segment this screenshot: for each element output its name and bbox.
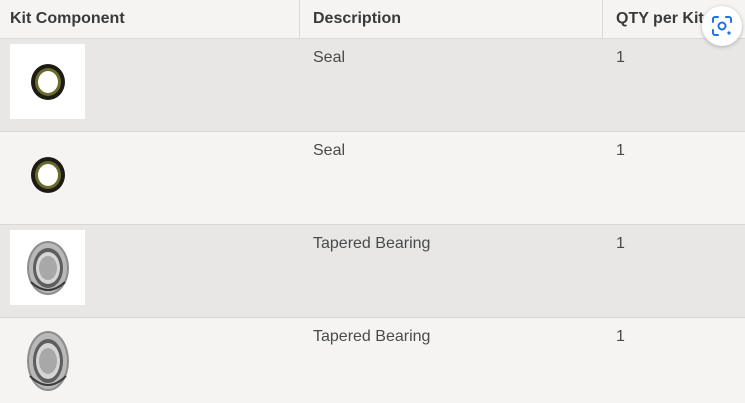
component-thumbnail[interactable] xyxy=(10,230,85,305)
visual-search-icon xyxy=(712,16,732,36)
table-header: Kit Component Description QTY per Kit xyxy=(0,0,745,39)
qty-cell: 1 xyxy=(616,142,625,159)
seal-ring-icon xyxy=(30,156,65,193)
description-cell: Tapered Bearing xyxy=(313,235,431,252)
qty-cell: 1 xyxy=(616,235,625,252)
kit-components-table: Kit Component Description QTY per Kit Se… xyxy=(0,0,745,403)
table-row: Tapered Bearing 1 xyxy=(0,225,745,318)
qty-cell: 1 xyxy=(616,328,625,345)
tapered-bearing-icon xyxy=(26,240,69,295)
seal-ring-icon xyxy=(30,63,65,100)
column-divider xyxy=(602,0,603,38)
column-header-kit-component[interactable]: Kit Component xyxy=(10,0,298,38)
component-thumbnail[interactable] xyxy=(10,44,85,119)
table-row: Tapered Bearing 1 xyxy=(0,318,745,403)
column-header-description[interactable]: Description xyxy=(313,0,603,38)
tapered-bearing-icon xyxy=(26,330,69,391)
table-row: Seal 1 xyxy=(0,132,745,225)
component-thumbnail[interactable] xyxy=(10,137,85,212)
description-cell: Seal xyxy=(313,49,346,66)
description-cell: Tapered Bearing xyxy=(313,328,431,345)
qty-cell: 1 xyxy=(616,49,625,66)
description-cell: Seal xyxy=(313,142,346,159)
visual-search-button[interactable] xyxy=(702,6,742,46)
table-row: Seal 1 xyxy=(0,39,745,132)
component-thumbnail[interactable] xyxy=(10,323,85,398)
column-divider xyxy=(299,0,300,38)
